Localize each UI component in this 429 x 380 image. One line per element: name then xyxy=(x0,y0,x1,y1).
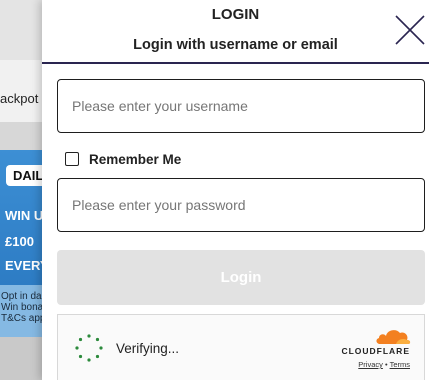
remember-me[interactable]: Remember Me xyxy=(65,150,181,168)
spinner-icon xyxy=(75,334,103,362)
spinner-dot xyxy=(87,334,91,338)
login-button[interactable]: Login xyxy=(57,250,425,305)
header-divider xyxy=(42,62,429,64)
spinner-dot xyxy=(78,337,83,342)
page-title: LOGIN xyxy=(211,6,260,23)
login-subtitle: Login with username or email xyxy=(133,37,338,53)
cloudflare-widget[interactable]: Verifying... CLOUDFLARE Privacy • Terms xyxy=(57,314,425,380)
background-terms-line-1: Opt in da xyxy=(1,291,42,302)
close-icon xyxy=(395,15,425,45)
background-gap xyxy=(0,122,42,150)
background-jackpot-section: ackpot xyxy=(0,60,42,122)
background-promo-line-1: WIN U xyxy=(5,208,44,223)
spinner-dot xyxy=(78,354,83,359)
username-input[interactable] xyxy=(58,80,424,132)
verifying-status: Verifying... xyxy=(116,341,180,356)
spinner-dot xyxy=(95,354,100,359)
spinner-dot xyxy=(87,358,91,362)
spinner-dot xyxy=(95,337,100,342)
password-input[interactable] xyxy=(58,179,424,231)
remember-me-checkbox[interactable] xyxy=(65,152,79,166)
username-field[interactable] xyxy=(57,79,425,133)
cloudflare-links: Privacy • Terms xyxy=(358,360,410,369)
background-promo-line-2: £100 xyxy=(5,234,34,249)
background-jackpot-text: ackpot xyxy=(0,91,39,106)
remember-me-label[interactable]: Remember Me xyxy=(89,152,181,167)
background-promo-banner: DAIL WIN U £100 EVERY xyxy=(0,150,49,285)
background-header xyxy=(0,0,42,60)
background-terms-line-2: Win bona xyxy=(1,302,42,313)
cloudflare-logo-icon xyxy=(376,330,411,344)
privacy-link[interactable]: Privacy xyxy=(358,360,383,369)
close-button[interactable] xyxy=(393,13,427,47)
login-panel: LOGIN Login with username or email Remem… xyxy=(42,0,429,380)
spinner-dot xyxy=(99,346,103,350)
background-footer xyxy=(0,337,42,380)
password-field[interactable] xyxy=(57,178,425,232)
spinner-dot xyxy=(75,346,79,350)
link-separator: • xyxy=(384,360,388,369)
background-terms-line-3: T&Cs app xyxy=(1,313,42,324)
background-terms: Opt in da Win bona T&Cs app xyxy=(0,285,42,337)
terms-link[interactable]: Terms xyxy=(390,360,410,369)
cloudflare-wordmark: CLOUDFLARE xyxy=(341,346,410,356)
